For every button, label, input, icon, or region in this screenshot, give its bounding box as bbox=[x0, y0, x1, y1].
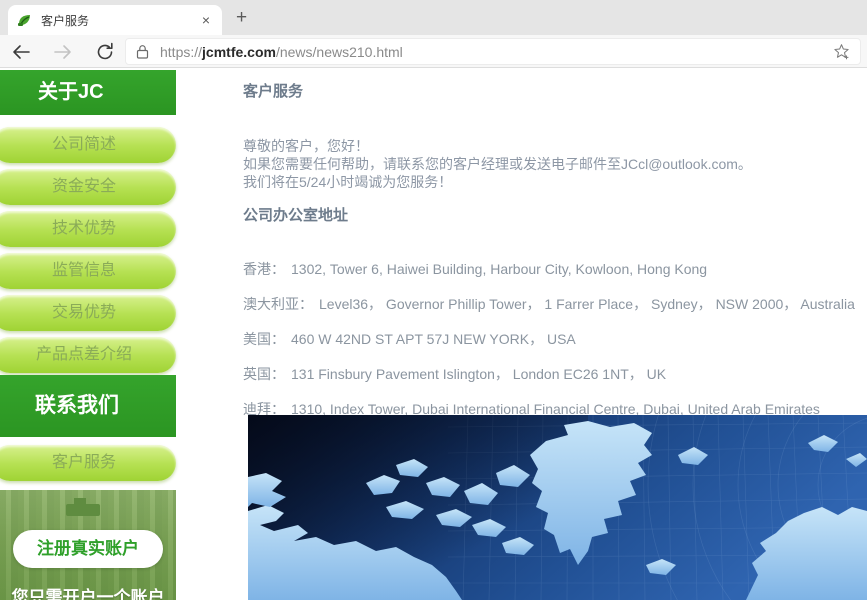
sidebar-item-fund-safety[interactable]: 资金安全 bbox=[0, 169, 176, 205]
sidebar-item-tech-advantage[interactable]: 技术优势 bbox=[0, 211, 176, 247]
address-row-australia: 澳大利亚： Level36， Governor Phillip Tower， 1 … bbox=[243, 294, 867, 313]
url-text[interactable]: https://jcmtfe.com/news/news210.html bbox=[160, 44, 403, 60]
greeting-line-email: 如果您需要任何帮助，请联系您的客户经理或发送电子邮件至JCcl@outlook.… bbox=[243, 155, 867, 173]
address-label: 澳大利亚： bbox=[243, 296, 313, 312]
sidebar-item-customer-service[interactable]: 客户服务 bbox=[0, 445, 176, 481]
url-scheme: https:// bbox=[160, 44, 202, 60]
tab-bar: 客户服务 × + bbox=[0, 0, 867, 35]
greeting-line: 尊敬的客户，您好！ bbox=[243, 137, 867, 155]
sidebar-item-regulation-info[interactable]: 监管信息 bbox=[0, 253, 176, 289]
greeting-paragraph: 尊敬的客户，您好！ 如果您需要任何帮助，请联系您的客户经理或发送电子邮件至JCc… bbox=[243, 137, 867, 191]
sidebar-item-company-brief[interactable]: 公司简述 bbox=[0, 127, 176, 163]
page-content: 关于JC 公司简述 资金安全 技术优势 监管信息 交易优势 产品点差介绍 联系我… bbox=[0, 68, 867, 600]
address-row-hongkong: 香港： 1302, Tower 6, Haiwei Building, Harbo… bbox=[243, 259, 867, 278]
sidebar-item-trading-advantage[interactable]: 交易优势 bbox=[0, 295, 176, 331]
address-list: 香港： 1302, Tower 6, Haiwei Building, Harbo… bbox=[243, 259, 867, 418]
sidebar-header-contact: 联系我们 bbox=[0, 375, 176, 437]
greeting-line: 我们将在5/24小时竭诚为您服务！ bbox=[243, 173, 867, 191]
world-map-image bbox=[248, 415, 867, 600]
address-value: 460 W 42ND ST APT 57J NEW YORK， USA bbox=[291, 331, 576, 347]
main-content: 客户服务 尊敬的客户，您好！ 如果您需要任何帮助，请联系您的客户经理或发送电子邮… bbox=[243, 68, 867, 600]
site-favicon-leaf-icon bbox=[17, 12, 33, 28]
address-label: 香港： bbox=[243, 261, 285, 277]
refresh-icon[interactable] bbox=[94, 41, 116, 63]
browser-tab[interactable]: 客户服务 × bbox=[8, 5, 222, 35]
cityscape-decoration bbox=[58, 496, 104, 518]
office-address-heading: 公司办公室地址 bbox=[243, 204, 867, 225]
tab-title: 客户服务 bbox=[41, 12, 199, 29]
favorite-star-icon[interactable] bbox=[833, 43, 850, 60]
address-row-uk: 英国： 131 Finsbury Pavement Islington， Lond… bbox=[243, 364, 867, 383]
forward-icon bbox=[52, 41, 74, 63]
sidebar-item-product-spreads[interactable]: 产品点差介绍 bbox=[0, 337, 176, 373]
address-label: 英国： bbox=[243, 366, 285, 382]
sidebar-promo-banner: 注册真实账户 您只需开户一个账户 bbox=[0, 490, 176, 600]
address-value: Level36， Governor Phillip Tower， 1 Farre… bbox=[319, 296, 855, 312]
url-domain: jcmtfe.com bbox=[202, 44, 276, 60]
register-real-account-button[interactable]: 注册真实账户 bbox=[13, 530, 163, 568]
back-icon[interactable] bbox=[10, 41, 32, 63]
address-bar[interactable]: https://jcmtfe.com/news/news210.html bbox=[125, 38, 861, 65]
address-value: 131 Finsbury Pavement Islington， London … bbox=[291, 366, 666, 382]
sidebar-header-about: 关于JC bbox=[0, 70, 176, 115]
browser-toolbar: https://jcmtfe.com/news/news210.html bbox=[0, 35, 867, 68]
page-title: 客户服务 bbox=[243, 80, 867, 101]
new-tab-button[interactable]: + bbox=[236, 5, 247, 31]
address-row-usa: 美国： 460 W 42ND ST APT 57J NEW YORK， USA bbox=[243, 329, 867, 348]
url-path: /news/news210.html bbox=[276, 44, 403, 60]
sidebar-nav: 关于JC 公司简述 资金安全 技术优势 监管信息 交易优势 产品点差介绍 联系我… bbox=[0, 68, 176, 481]
address-label: 美国： bbox=[243, 331, 285, 347]
promo-caption: 您只需开户一个账户 bbox=[0, 583, 176, 600]
https-lock-icon bbox=[136, 44, 149, 59]
tab-close-icon[interactable]: × bbox=[199, 12, 213, 28]
address-value: 1302, Tower 6, Haiwei Building, Harbour … bbox=[291, 261, 707, 277]
